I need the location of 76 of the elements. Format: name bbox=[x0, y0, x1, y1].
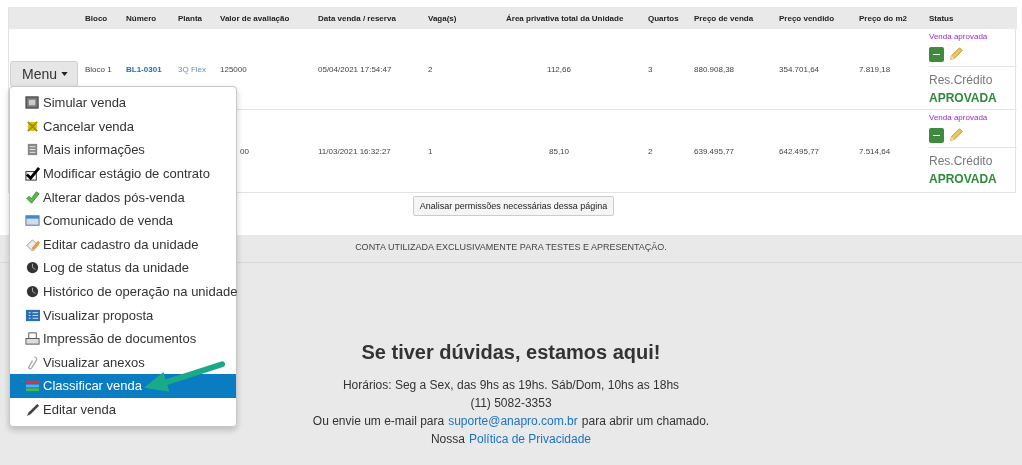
table-cell: 354.701,64 bbox=[779, 64, 820, 74]
credit-status: APROVADA bbox=[929, 90, 998, 107]
credit-label: Res.Crédito bbox=[929, 72, 994, 89]
menu-item[interactable]: Visualizar anexos bbox=[10, 350, 236, 375]
menu-item[interactable]: Histórico de operação na unidade bbox=[10, 279, 236, 304]
table-cell: 125000 bbox=[220, 64, 247, 74]
menu-button[interactable]: Menu bbox=[10, 61, 79, 87]
collapse-button[interactable] bbox=[929, 127, 944, 143]
column-header: Bloco bbox=[85, 7, 126, 29]
hours-text: Horários: Seg a Sex, das 9hs as 19hs. Sáb/Dom, 10hs as 18hs bbox=[342, 377, 680, 394]
menu-item[interactable]: Modificar estágio de contrato bbox=[10, 161, 236, 186]
table-cell: 639.495,77 bbox=[694, 146, 735, 156]
pencil-icon bbox=[25, 402, 40, 417]
table-cell: 11/03/2021 16:32:27 bbox=[318, 146, 391, 156]
document-icon bbox=[25, 142, 40, 158]
table-cell: 85,10 bbox=[549, 146, 569, 156]
column-header: Valor de avaliação bbox=[220, 7, 318, 29]
email-link[interactable]: suporte@anapro.com.br bbox=[448, 412, 578, 430]
crossed-coin-icon bbox=[25, 118, 40, 134]
clock-icon bbox=[25, 260, 40, 276]
table-cell: 2 bbox=[648, 146, 653, 156]
printer-icon bbox=[25, 331, 40, 347]
checkmark-icon bbox=[25, 166, 40, 182]
help-heading: Se tiver dúvidas, estamos aqui! bbox=[361, 341, 661, 364]
menu-item[interactable]: Editar cadastro da unidade bbox=[10, 232, 236, 257]
window-icon bbox=[25, 213, 40, 229]
table-cell: Bloco 1 bbox=[85, 64, 112, 74]
table-cell: 7.514,64 bbox=[859, 146, 891, 156]
permissions-button[interactable]: Analisar permissões necessárias dessa página bbox=[412, 196, 615, 216]
menu-item[interactable]: Visualizar proposta bbox=[10, 303, 236, 327]
credit-status: APROVADA bbox=[929, 171, 998, 188]
sale-status: Venda aprovada bbox=[929, 32, 989, 41]
column-header: Número bbox=[126, 7, 178, 29]
table-cell: 880.908,38 bbox=[694, 64, 735, 74]
menu-item[interactable]: Alterar dados pós-venda bbox=[10, 185, 236, 209]
table-cell: 05/04/2021 17:54:47 bbox=[318, 64, 392, 74]
table-cell-text: 00 bbox=[239, 146, 249, 156]
column-header: Quartos bbox=[648, 7, 694, 29]
menu-item[interactable]: Editar venda bbox=[10, 397, 236, 422]
column-header: Preço do m2 bbox=[859, 7, 929, 29]
menu-item[interactable]: Impressão de documentos bbox=[10, 326, 236, 351]
column-header: Preço de venda bbox=[694, 7, 779, 29]
column-header: Preço vendido bbox=[779, 7, 859, 29]
column-header: Planta bbox=[178, 7, 220, 29]
stripes-icon bbox=[25, 378, 40, 394]
table-cell: 642.495,77 bbox=[779, 146, 820, 156]
email-text: para abrir um chamado. bbox=[581, 413, 710, 430]
sale-status: Venda aprovada bbox=[929, 113, 989, 122]
table-cell: 7.819,18 bbox=[859, 64, 891, 74]
list-icon bbox=[25, 307, 40, 323]
table-cell: 1 bbox=[428, 146, 433, 156]
tick-icon bbox=[25, 189, 40, 205]
table-cell: 112,66 bbox=[547, 64, 571, 74]
column-header: Vaga(s) bbox=[428, 7, 506, 29]
email-text: Ou envie um e-mail para bbox=[312, 413, 445, 430]
menu-item[interactable]: Simular venda bbox=[10, 91, 236, 115]
menu-item[interactable]: Comunicado de venda bbox=[10, 208, 236, 233]
caret-icon bbox=[61, 72, 69, 76]
menu-item[interactable]: Cancelar venda bbox=[10, 114, 236, 139]
table-cell: 2 bbox=[428, 64, 433, 74]
privacy-link[interactable]: Política de Privacidade bbox=[468, 430, 592, 448]
credit-label: Res.Crédito bbox=[929, 153, 994, 170]
plan-link[interactable]: 3Q Flex bbox=[178, 64, 206, 74]
privacy-text: Nossa bbox=[430, 431, 465, 448]
column-header: Status bbox=[929, 7, 1017, 29]
phone-number: (11) 5082-3353 bbox=[470, 395, 552, 412]
column-header: Área privativa total da Unidade bbox=[506, 7, 648, 29]
unit-link[interactable]: BL1-0301 bbox=[126, 64, 162, 74]
collapse-button[interactable] bbox=[929, 46, 944, 62]
table-cell: 3 bbox=[648, 64, 653, 74]
clock-icon bbox=[25, 284, 40, 300]
paperclip-icon bbox=[25, 354, 40, 370]
menu-item[interactable]: Mais informações bbox=[10, 138, 236, 162]
column-header: Data venda / reserva bbox=[318, 7, 428, 29]
menu-item[interactable]: Classificar venda bbox=[10, 374, 236, 398]
pencil-tag-icon bbox=[25, 236, 40, 252]
